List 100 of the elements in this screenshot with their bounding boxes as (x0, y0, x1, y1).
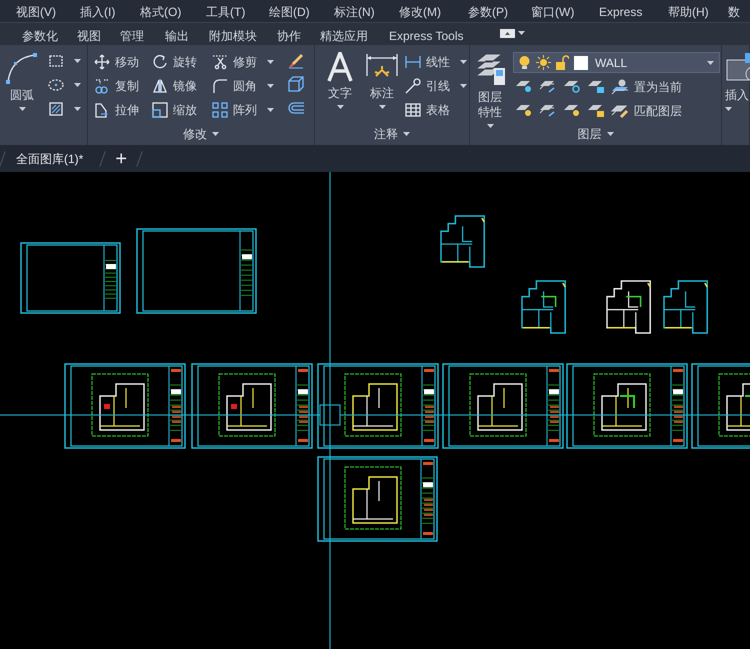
box-icon[interactable] (287, 75, 305, 93)
tool-button[interactable]: 置为当前 (634, 78, 682, 96)
stretch-icon[interactable] (94, 102, 110, 118)
ribbon-tab[interactable]: 视图 (77, 27, 101, 45)
caret-icon[interactable] (336, 105, 344, 110)
caret-icon[interactable] (460, 60, 467, 64)
rectangle-icon[interactable] (48, 53, 64, 69)
new-tab-button[interactable]: + (103, 148, 140, 168)
tool-button[interactable]: 表格 (426, 101, 450, 119)
floor-plan-drawing (521, 280, 566, 334)
layer-dropdown[interactable]: WALL (513, 52, 720, 73)
layer-sun-icon[interactable] (563, 102, 581, 118)
ribbon-tab[interactable]: 精选应用 (320, 27, 368, 45)
ribbon-large-button[interactable]: 圆弧 (6, 52, 38, 112)
ribbon-tab[interactable]: 管理 (120, 27, 144, 45)
move-icon[interactable] (94, 54, 110, 70)
tool-button[interactable]: 拉伸 (115, 101, 139, 119)
tool-button[interactable]: 缩放 (173, 101, 197, 119)
caret-icon[interactable] (707, 61, 714, 66)
tool-button[interactable]: 圆角 (233, 77, 257, 95)
menu-item[interactable]: 帮助(H) (667, 3, 710, 21)
caret-icon[interactable] (460, 84, 467, 88)
lightbulb-icon (518, 55, 531, 70)
layer-bulb-icon[interactable] (515, 78, 533, 94)
menu-item[interactable]: 标注(N) (333, 3, 376, 21)
minimize-ribbon-icon[interactable] (500, 29, 515, 38)
caret-icon[interactable] (18, 107, 26, 112)
unlocked-padlock-icon (556, 55, 569, 70)
tool-button[interactable]: 移动 (115, 53, 139, 71)
caret-icon[interactable] (403, 132, 410, 136)
menu-item[interactable]: 格式(O) (139, 3, 182, 21)
layer-lock-icon[interactable] (587, 78, 605, 94)
caret-icon[interactable] (267, 108, 274, 112)
menu-item[interactable]: 插入(I) (79, 3, 116, 21)
caret-icon[interactable] (74, 82, 81, 88)
copy-icon[interactable] (94, 78, 110, 94)
tool-button[interactable]: 线性 (426, 53, 450, 71)
menu-item[interactable]: Express (598, 3, 644, 21)
tool-button[interactable]: 旋转 (173, 53, 197, 71)
ribbon-large-button[interactable]: 插入 (725, 52, 750, 112)
table-icon[interactable] (405, 102, 421, 118)
ribbon-tab[interactable]: 协作 (277, 27, 301, 45)
panel-title[interactable]: 注释 (374, 125, 398, 143)
eraser-icon[interactable] (287, 51, 305, 69)
menu-item[interactable]: 视图(V) (15, 3, 57, 21)
trim-icon[interactable] (212, 54, 228, 70)
menu-item[interactable]: 窗口(W) (530, 3, 576, 21)
menu-item[interactable]: 绘图(D) (268, 3, 311, 21)
ribbon-tab[interactable]: Express Tools (389, 27, 464, 45)
caret-icon[interactable] (725, 107, 732, 112)
caret-icon[interactable] (378, 105, 386, 110)
ribbon-tab[interactable]: 参数化 (22, 27, 58, 45)
ribbon-tab[interactable]: 输出 (165, 27, 189, 45)
tool-button[interactable]: 修剪 (233, 53, 257, 71)
mirror-icon[interactable] (152, 78, 168, 94)
leader-icon[interactable] (405, 78, 421, 94)
match-layer-icon[interactable] (611, 103, 629, 119)
layer-name: WALL (595, 54, 628, 72)
document-tab[interactable]: 全面图库(1)* (3, 150, 96, 168)
caret-icon[interactable] (212, 132, 219, 136)
floor-plan-drawing (440, 215, 485, 268)
menu-item[interactable]: 数 (727, 3, 741, 21)
caret-icon[interactable] (606, 132, 614, 136)
tool-button[interactable]: 引线 (426, 77, 450, 95)
ellipse-icon[interactable] (48, 77, 64, 93)
ribbon-large-button[interactable]: 文字 (327, 52, 353, 110)
layer-lock-icon[interactable] (587, 102, 605, 118)
caret-icon[interactable] (74, 106, 81, 112)
tool-button[interactable]: 匹配图层 (634, 102, 682, 120)
array-icon[interactable] (212, 102, 228, 118)
caret-icon[interactable] (267, 60, 274, 64)
menu-item[interactable]: 修改(M) (398, 3, 442, 21)
menu-item[interactable]: 参数(P) (467, 3, 509, 21)
make-current-icon[interactable] (611, 79, 629, 95)
ribbon-large-button[interactable]: 图层特性 (475, 52, 505, 129)
sun-icon (536, 55, 551, 70)
caret-icon[interactable] (518, 31, 525, 36)
tool-button[interactable]: 复制 (115, 77, 139, 95)
caret-icon[interactable] (74, 58, 81, 64)
layer-sun-icon[interactable] (563, 78, 581, 94)
tool-button[interactable]: 阵列 (233, 101, 257, 119)
hatch-icon[interactable] (48, 101, 64, 117)
ribbon-tab[interactable]: 附加模块 (209, 27, 257, 45)
layer-stack-icon[interactable] (539, 102, 557, 118)
block-insert-icon (725, 52, 750, 84)
caret-icon[interactable] (486, 124, 494, 129)
menu-item[interactable]: 工具(T) (205, 3, 246, 21)
caret-icon[interactable] (267, 84, 274, 88)
layer-bulb-icon[interactable] (515, 102, 533, 118)
tool-button[interactable]: 镜像 (173, 77, 197, 95)
scale-icon[interactable] (152, 102, 168, 118)
panel-title[interactable]: 修改 (183, 125, 207, 143)
floor-plan-drawing (606, 280, 651, 334)
layer-stack-icon[interactable] (539, 78, 557, 94)
rotate-icon[interactable] (152, 54, 168, 70)
panel-title[interactable]: 图层 (578, 125, 602, 143)
fillet-icon[interactable] (212, 78, 228, 94)
arc-icon (5, 52, 39, 84)
linear-dimension-icon[interactable] (405, 54, 421, 70)
ribbon-large-button[interactable]: 标注 (365, 52, 399, 110)
